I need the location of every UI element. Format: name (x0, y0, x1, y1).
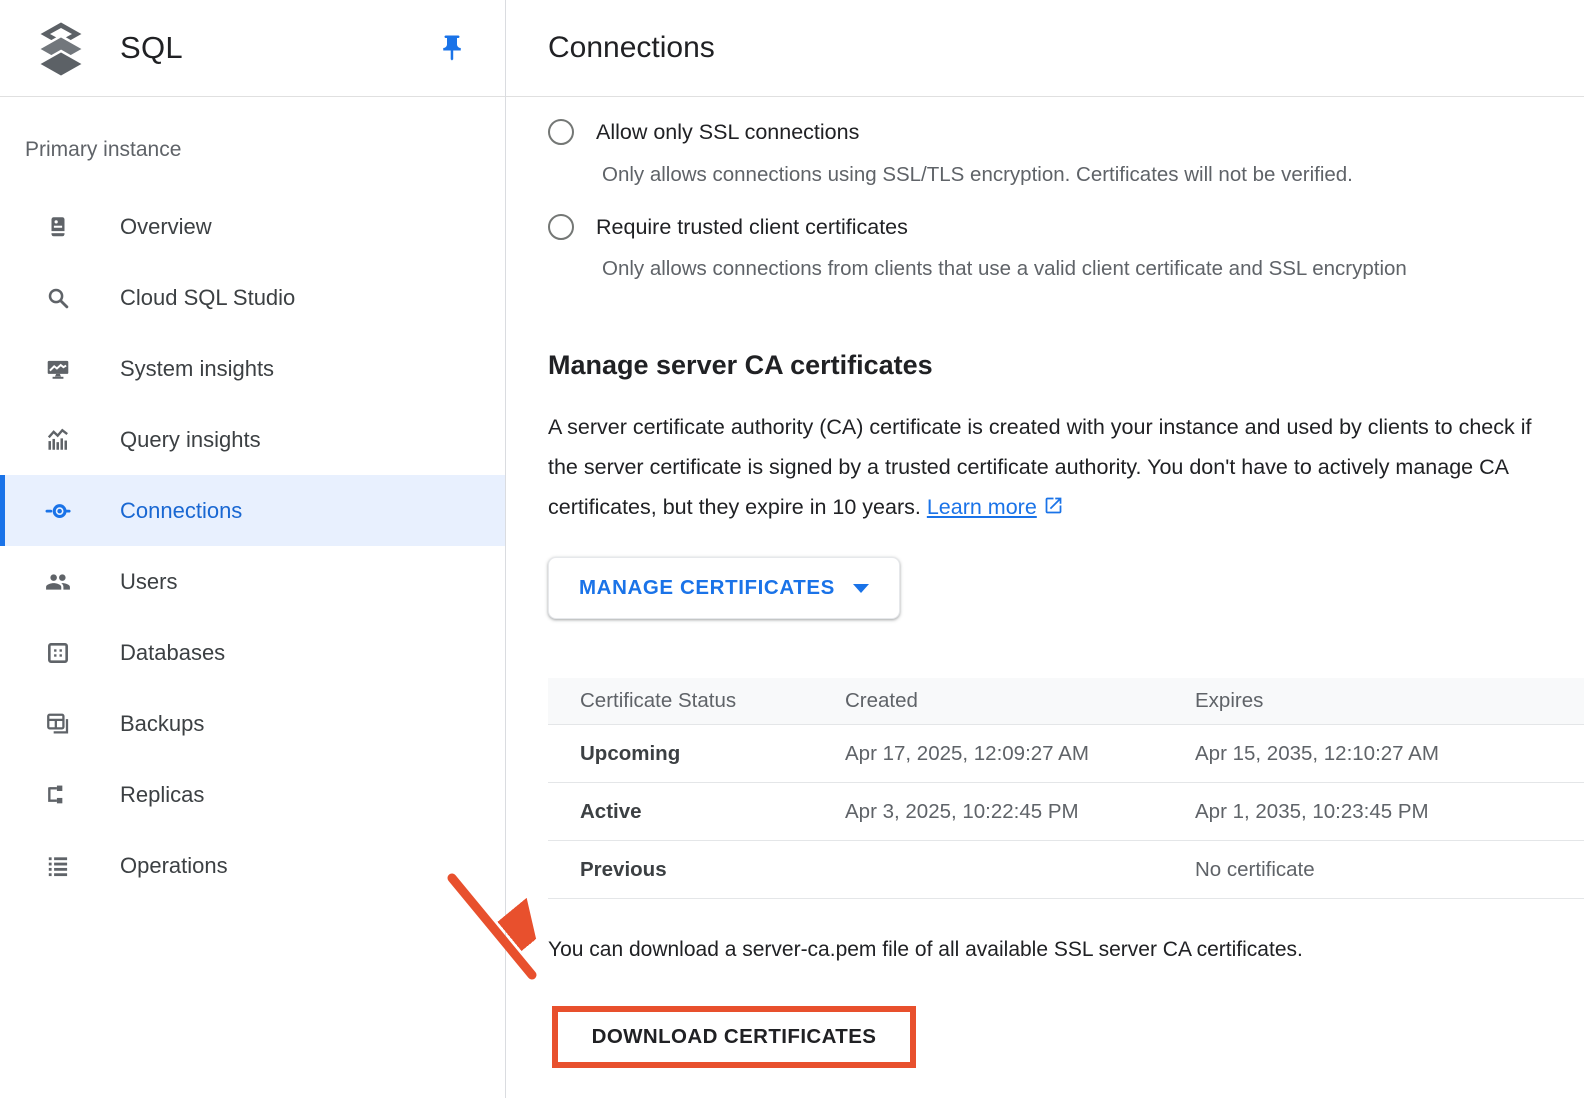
connections-icon (45, 498, 71, 524)
radio-label: Allow only SSL connections (596, 120, 859, 145)
search-icon (45, 285, 71, 311)
cell-expires: No certificate (1195, 858, 1584, 882)
sidebar-item-label: Query insights (120, 427, 261, 453)
cell-created: Apr 3, 2025, 10:22:45 PM (845, 800, 1195, 824)
manage-certificates-button[interactable]: MANAGE CERTIFICATES (548, 557, 900, 619)
section-heading: Manage server CA certificates (548, 350, 933, 381)
sidebar-header: SQL (0, 0, 505, 97)
sidebar-item-overview[interactable]: Overview (0, 191, 505, 262)
ssl-option-description: Only allows connections using SSL/TLS en… (602, 163, 1353, 187)
learn-more-link[interactable]: Learn more (927, 495, 1064, 519)
sidebar-item-label: Replicas (120, 782, 204, 808)
ca-description: A server certificate authority (CA) cert… (548, 407, 1546, 529)
cloud-sql-logo-icon (36, 20, 86, 78)
radio-label: Require trusted client certificates (596, 215, 908, 240)
cloud-sql-connections-page: SQL Primary instance Overview (0, 0, 1584, 1098)
cell-status: Upcoming (548, 742, 845, 766)
sidebar-item-label: System insights (120, 356, 274, 382)
sidebar-item-query-insights[interactable]: Query insights (0, 404, 505, 475)
sidebar-item-users[interactable]: Users (0, 546, 505, 617)
ssl-option-require-trusted-certs: Require trusted client certificates (548, 214, 908, 240)
column-header-created: Created (845, 689, 1195, 713)
download-certificates-button[interactable]: DOWNLOAD CERTIFICATES (558, 1012, 910, 1062)
certificates-table: Certificate Status Created Expires Upcom… (548, 678, 1584, 899)
radio-button[interactable] (548, 119, 574, 145)
sidebar-item-connections[interactable]: Connections (0, 475, 505, 546)
annotation-highlight-box: DOWNLOAD CERTIFICATES (552, 1006, 916, 1068)
sidebar-item-label: Databases (120, 640, 225, 666)
overview-icon (45, 214, 71, 240)
learn-more-label: Learn more (927, 495, 1037, 519)
sidebar-item-system-insights[interactable]: System insights (0, 333, 505, 404)
radio-button[interactable] (548, 214, 574, 240)
sidebar-section-label: Primary instance (25, 138, 505, 164)
databases-icon (45, 640, 71, 666)
sidebar-nav: Overview Cloud SQL Studio (0, 191, 505, 901)
page-title: Connections (506, 0, 1584, 95)
query-insights-icon (45, 427, 71, 453)
operations-icon (45, 853, 71, 879)
sidebar-item-label: Cloud SQL Studio (120, 285, 295, 311)
ssl-option-allow-only-ssl: Allow only SSL connections (548, 119, 859, 145)
sidebar-item-label: Backups (120, 711, 204, 737)
sidebar-item-replicas[interactable]: Replicas (0, 759, 505, 830)
sidebar-item-label: Connections (120, 498, 242, 524)
replicas-icon (45, 782, 71, 808)
table-row: Active Apr 3, 2025, 10:22:45 PM Apr 1, 2… (548, 783, 1584, 841)
table-header-row: Certificate Status Created Expires (548, 678, 1584, 725)
sidebar: SQL Primary instance Overview (0, 0, 506, 1098)
cell-expires: Apr 1, 2035, 10:23:45 PM (1195, 800, 1584, 824)
system-insights-icon (45, 356, 71, 382)
column-header-expires: Expires (1195, 689, 1584, 713)
column-header-certificate-status: Certificate Status (548, 689, 845, 713)
table-row: Upcoming Apr 17, 2025, 12:09:27 AM Apr 1… (548, 725, 1584, 783)
sidebar-item-backups[interactable]: Backups (0, 688, 505, 759)
sidebar-item-cloud-sql-studio[interactable]: Cloud SQL Studio (0, 262, 505, 333)
sidebar-item-databases[interactable]: Databases (0, 617, 505, 688)
ssl-option-description: Only allows connections from clients tha… (602, 257, 1407, 281)
main-header: Connections (506, 0, 1584, 97)
sidebar-item-label: Operations (120, 853, 228, 879)
backups-icon (45, 711, 71, 737)
pin-icon[interactable] (437, 33, 467, 63)
cell-expires: Apr 15, 2035, 12:10:27 AM (1195, 742, 1584, 766)
sidebar-item-label: Overview (120, 214, 212, 240)
app-title: SQL (120, 30, 183, 66)
sidebar-item-label: Users (120, 569, 177, 595)
manage-certificates-label: MANAGE CERTIFICATES (579, 576, 835, 600)
cell-created: Apr 17, 2025, 12:09:27 AM (845, 742, 1195, 766)
users-icon (45, 569, 71, 595)
main-content: Connections Allow only SSL connections O… (506, 0, 1584, 1098)
sidebar-item-operations[interactable]: Operations (0, 830, 505, 901)
table-row: Previous No certificate (548, 841, 1584, 899)
cell-status: Previous (548, 858, 845, 882)
download-note: You can download a server-ca.pem file of… (548, 938, 1303, 962)
chevron-down-icon (853, 584, 869, 593)
cell-status: Active (548, 800, 845, 824)
open-in-new-icon (1043, 489, 1064, 529)
